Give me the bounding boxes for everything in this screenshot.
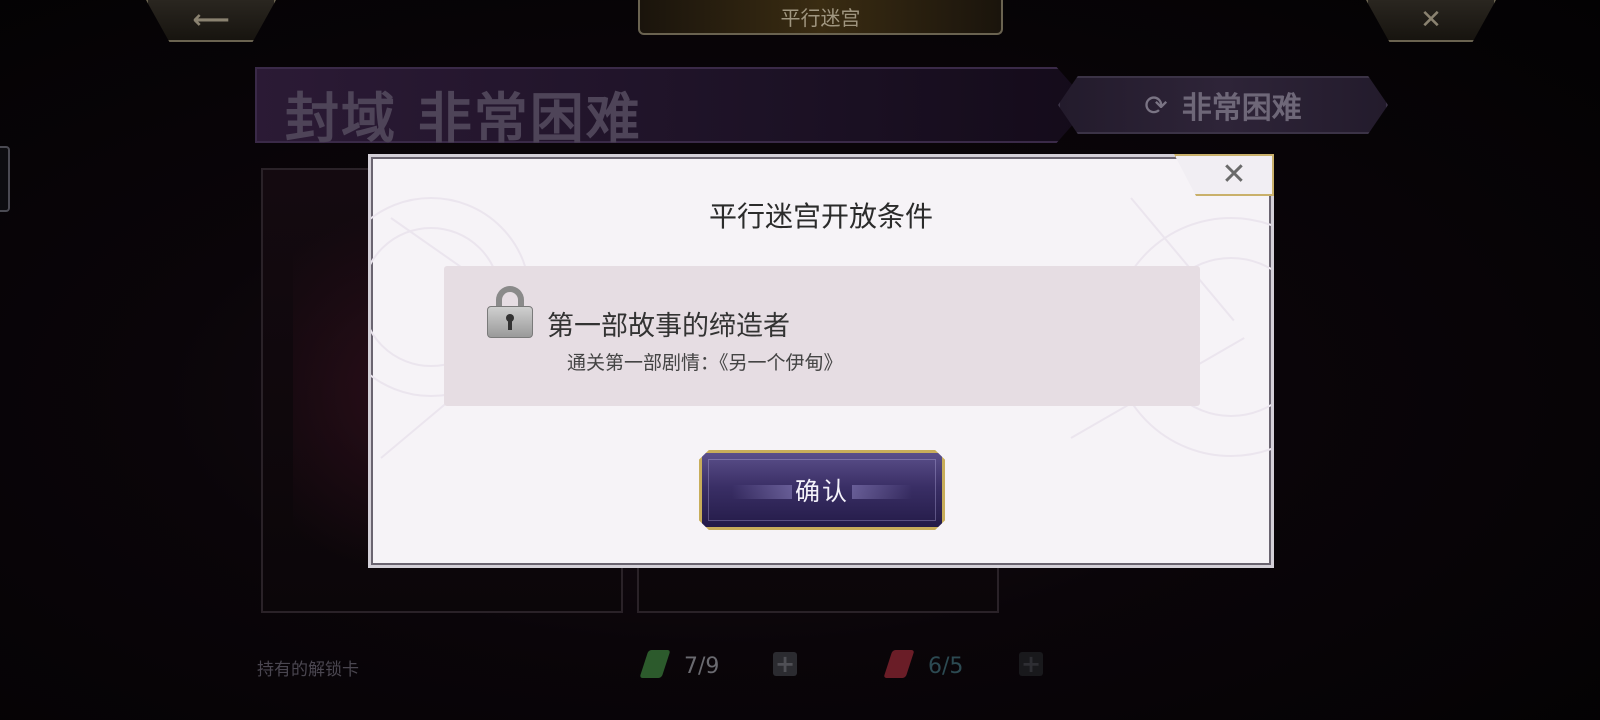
dialog-title: 平行迷宫开放条件 (708, 200, 933, 233)
add-red-card-button[interactable]: + (1019, 650, 1043, 678)
unlock-card-label: 持有的解锁卡 (257, 660, 359, 680)
unlock-conditions-dialog: ✕ 平行迷宫开放条件 第一部故事的缔造者 通关第一部剧情：《另一个伊甸》 确认 (368, 154, 1274, 568)
lock-icon (487, 286, 533, 338)
condition-description: 通关第一部剧情：《另一个伊甸》 (567, 352, 843, 374)
condition-title: 第一部故事的缔造者 (547, 311, 790, 342)
stage-banner-title: 封域 非常困难 (285, 86, 642, 150)
difficulty-label: 非常困难 (1181, 91, 1302, 126)
header-title: 平行迷宫 (638, 0, 1003, 35)
back-arrow-icon: ⟵ (192, 5, 230, 35)
red-card-count: 6/5 (928, 654, 964, 679)
close-icon: ✕ (1420, 5, 1442, 35)
difficulty-button[interactable]: ⟳ 非常困难 (1058, 76, 1388, 134)
confirm-button[interactable]: 确认 (699, 450, 945, 530)
add-green-card-button[interactable]: + (773, 650, 797, 678)
close-icon: ✕ (1221, 157, 1247, 192)
confirm-button-label: 确认 (794, 477, 849, 506)
condition-item: 第一部故事的缔造者 通关第一部剧情：《另一个伊甸》 (444, 266, 1200, 406)
side-drawer-handle[interactable] (0, 146, 10, 212)
dialog-close-button[interactable]: ✕ (1174, 154, 1274, 196)
green-card-count: 7/9 (684, 654, 720, 679)
refresh-icon: ⟳ (1144, 88, 1168, 122)
